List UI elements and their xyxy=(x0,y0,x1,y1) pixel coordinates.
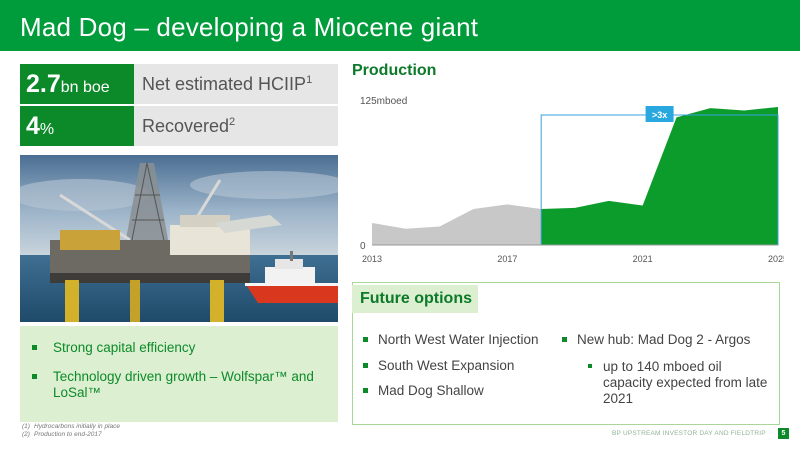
future-options-tab: Future options xyxy=(352,285,478,313)
x-tick-label: 2025 xyxy=(768,254,784,264)
highlight-item: Strong capital efficiency xyxy=(32,340,326,356)
recovered-number: 4 xyxy=(26,112,40,140)
footnote-1-number: (1) xyxy=(22,423,30,430)
hciip-footnote-mark: 1 xyxy=(306,74,313,86)
hciip-label-text: Net estimated HCIIP xyxy=(142,74,307,94)
production-chart: >3x 125mboed 0 2013 2017 2021 2025 xyxy=(360,96,784,264)
highlights-list: Strong capital efficiency Technology dri… xyxy=(20,326,338,401)
page-title: Mad Dog – developing a Miocene giant xyxy=(20,12,479,42)
title-bar: Mad Dog – developing a Miocene giant xyxy=(0,0,800,51)
footnote-2: (2) Production to end-2017 xyxy=(22,431,120,439)
page-number: 5 xyxy=(778,428,789,439)
x-tick-label: 2013 xyxy=(362,254,382,264)
future-option-item: Mad Dog Shallow xyxy=(363,383,484,398)
recovered-unit: % xyxy=(39,121,55,138)
footer-text: BP UPSTREAM INVESTOR DAY AND FIELDTRIP xyxy=(612,430,766,437)
recovered-label-text: Recovered xyxy=(142,116,230,136)
y-axis-max-label: 125mboed xyxy=(360,96,407,107)
footnote-2-text: Production to end-2017 xyxy=(34,431,102,438)
hciip-unit: bn boe xyxy=(60,79,110,96)
highlight-item: Technology driven growth – Wolfspar™ and… xyxy=(32,369,326,401)
y-axis-min-label: 0 xyxy=(360,241,366,252)
future-option-new-hub: New hub: Mad Dog 2 - Argos xyxy=(561,332,751,347)
hciip-number: 2.7 xyxy=(26,70,61,98)
projected-production-area xyxy=(541,106,778,246)
hciip-value: 2.7bn boe xyxy=(20,64,134,104)
platform-photo xyxy=(20,155,338,322)
recovered-label: Recovered2 xyxy=(134,106,338,146)
footnote-1: (1) Hydrocarbons initially in place xyxy=(22,423,120,431)
recovered-footnote-mark: 2 xyxy=(229,116,236,128)
x-tick-label: 2021 xyxy=(633,254,653,264)
future-option-item: South West Expansion xyxy=(362,358,515,373)
x-tick-label: 2017 xyxy=(497,254,517,264)
future-option-capacity: up to 140 mboed oil capacity expected fr… xyxy=(588,359,773,407)
growth-annotation-label: >3x xyxy=(652,110,667,120)
historic-production-area xyxy=(372,204,542,245)
recovered-value: 4% xyxy=(20,106,134,146)
highlights-box: Strong capital efficiency Technology dri… xyxy=(20,326,338,422)
footnotes: (1) Hydrocarbons initially in place (2) Pr… xyxy=(22,423,120,439)
hciip-label: Net estimated HCIIP1 xyxy=(134,64,338,104)
future-option-item: North West Water Injection xyxy=(363,332,539,347)
footnote-1-text: Hydrocarbons initially in place xyxy=(34,423,120,430)
future-options-title: Future options xyxy=(360,290,472,307)
footnote-2-number: (2) xyxy=(22,431,30,438)
production-title: Production xyxy=(352,62,437,79)
